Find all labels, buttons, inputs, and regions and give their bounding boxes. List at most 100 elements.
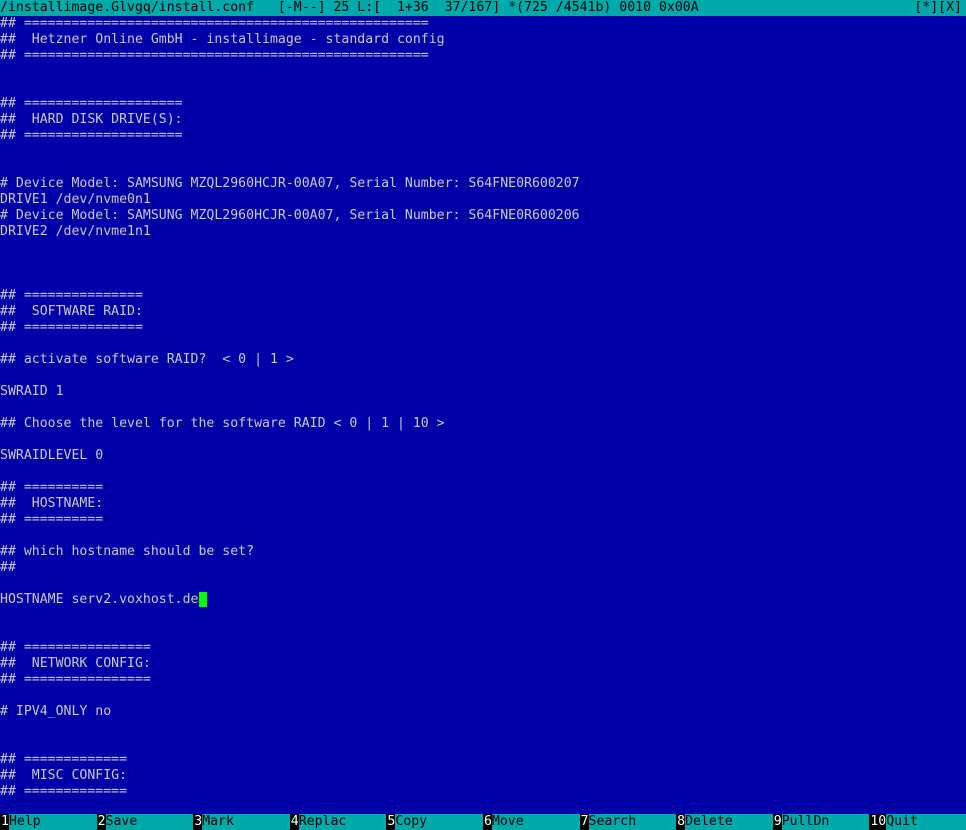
editor-line[interactable]: ## Choose the level for the software RAI… [0, 416, 966, 432]
editor-line[interactable]: ## SOFTWARE RAID: [0, 304, 966, 320]
editor-line[interactable] [0, 528, 966, 544]
editor-line[interactable]: ## ================ [0, 640, 966, 656]
fkey-number: 3 [193, 814, 203, 830]
editor-line[interactable] [0, 400, 966, 416]
editor-line[interactable]: ## =============== [0, 320, 966, 336]
editor-line[interactable]: ## [0, 560, 966, 576]
function-key-bar: 1 Help 2 Save 3 Mark 4 Replac 5 Copy 6 Move 7 Search 8… [0, 814, 966, 830]
fkey-label: Mark [202, 814, 290, 830]
fkey-replac-button[interactable]: 4 Replac [289, 814, 387, 830]
fkey-number: 1 [0, 814, 9, 830]
editor-line[interactable]: ## ================ [0, 672, 966, 688]
editor-line[interactable]: ## ========== [0, 480, 966, 496]
fkey-pulldn-button[interactable]: 9 PullDn [772, 814, 870, 830]
fkey-label: Quit [886, 814, 966, 830]
fkey-number: 7 [579, 814, 589, 830]
fkey-number: 5 [386, 814, 396, 830]
fkey-label: Move [491, 814, 580, 830]
fkey-move-button[interactable]: 6 Move [482, 814, 580, 830]
editor-line[interactable]: ## HARD DISK DRIVE(S): [0, 112, 966, 128]
editor-line-text: DRIVE1 /dev/nvme0n1 [0, 192, 151, 207]
text-cursor [198, 592, 207, 607]
editor-line[interactable]: ## ==================== [0, 96, 966, 112]
editor-line-text: ## ================ [0, 640, 151, 655]
editor-line-text: ## [0, 560, 16, 575]
editor-line-text: # Device Model: SAMSUNG MZQL2960HCJR-00A… [0, 208, 580, 223]
editor-line[interactable] [0, 160, 966, 176]
editor-line[interactable]: ## ==================== [0, 128, 966, 144]
editor-line-text: ## Choose the level for the software RAI… [0, 416, 445, 431]
editor-line[interactable]: ## ============= [0, 752, 966, 768]
editor-line[interactable] [0, 688, 966, 704]
fkey-save-button[interactable]: 2 Save [96, 814, 194, 830]
fkey-number: 2 [96, 814, 106, 830]
fkey-number: 9 [772, 814, 782, 830]
editor-line[interactable] [0, 64, 966, 80]
editor-line[interactable]: ## HOSTNAME: [0, 496, 966, 512]
fkey-number: 4 [289, 814, 299, 830]
editor-line[interactable]: ## NETWORK CONFIG: [0, 656, 966, 672]
editor-line[interactable] [0, 576, 966, 592]
editor-line-text: ## HARD DISK DRIVE(S): [0, 112, 183, 127]
fkey-delete-button[interactable]: 8 Delete [676, 814, 773, 830]
editor-line[interactable]: ## which hostname should be set? [0, 544, 966, 560]
editor-line[interactable]: ## =====================================… [0, 16, 966, 32]
editor-line[interactable]: # IPV4_ONLY no [0, 704, 966, 720]
editor-line-text: SWRAIDLEVEL 0 [0, 448, 104, 463]
fkey-quit-button[interactable]: 10 Quit [869, 814, 966, 830]
editor-line-text: ## =============== [0, 288, 143, 303]
editor-line[interactable]: SWRAID 1 [0, 384, 966, 400]
fkey-label: Help [8, 814, 97, 830]
editor-line[interactable]: ## =============== [0, 288, 966, 304]
editor-line[interactable] [0, 256, 966, 272]
fkey-label: Replac [298, 814, 387, 830]
editor-line[interactable]: SWRAIDLEVEL 0 [0, 448, 966, 464]
editor-line-text: ## ========== [0, 480, 104, 495]
editor-line[interactable]: # Device Model: SAMSUNG MZQL2960HCJR-00A… [0, 208, 966, 224]
editor-line-text: ## HOSTNAME: [0, 496, 104, 511]
editor-line-text: ## =============== [0, 320, 143, 335]
editor-line[interactable]: DRIVE2 /dev/nvme1n1 [0, 224, 966, 240]
editor-line[interactable] [0, 144, 966, 160]
editor-line[interactable] [0, 432, 966, 448]
editor-line[interactable]: # Device Model: SAMSUNG MZQL2960HCJR-00A… [0, 176, 966, 192]
file-status-text: /installimage.Glvgq/install.conf [-M--] … [0, 0, 699, 15]
editor-line[interactable] [0, 336, 966, 352]
editor-line[interactable] [0, 736, 966, 752]
editor-line-text: ## ==================== [0, 128, 183, 143]
editor-line[interactable] [0, 240, 966, 256]
editor-line-text: ## Hetzner Online GmbH - installimage - … [0, 32, 445, 47]
editor-line-text: HOSTNAME serv2.voxhost.de [0, 592, 199, 607]
fkey-help-button[interactable]: 1 Help [0, 814, 97, 830]
editor-line[interactable] [0, 80, 966, 96]
editor-line[interactable] [0, 624, 966, 640]
window-controls[interactable]: [*][X] [914, 0, 962, 16]
editor-line-text: ## which hostname should be set? [0, 544, 255, 559]
editor-line[interactable]: DRIVE1 /dev/nvme0n1 [0, 192, 966, 208]
editor-line[interactable]: ## MISC CONFIG: [0, 768, 966, 784]
editor-line[interactable]: ## ============= [0, 784, 966, 800]
fkey-number: 8 [676, 814, 686, 830]
editor-line[interactable]: ## activate software RAID? < 0 | 1 > [0, 352, 966, 368]
editor-line-text: ## ================ [0, 672, 151, 687]
editor-line-text: DRIVE2 /dev/nvme1n1 [0, 224, 151, 239]
text-editor-area[interactable]: ## =====================================… [0, 16, 966, 814]
editor-line[interactable] [0, 368, 966, 384]
editor-line-text: # Device Model: SAMSUNG MZQL2960HCJR-00A… [0, 176, 580, 191]
editor-line[interactable]: ## Hetzner Online GmbH - installimage - … [0, 32, 966, 48]
editor-line-text: ## =====================================… [0, 48, 429, 63]
editor-line[interactable]: ## ========== [0, 512, 966, 528]
fkey-label: Delete [685, 814, 773, 830]
editor-line-text: ## activate software RAID? < 0 | 1 > [0, 352, 294, 367]
editor-line-text: ## ============= [0, 752, 128, 767]
editor-line[interactable] [0, 272, 966, 288]
editor-line-text: ## ==================== [0, 96, 183, 111]
editor-line[interactable]: ## =====================================… [0, 48, 966, 64]
editor-line[interactable] [0, 608, 966, 624]
fkey-search-button[interactable]: 7 Search [579, 814, 677, 830]
fkey-mark-button[interactable]: 3 Mark [193, 814, 290, 830]
editor-line[interactable] [0, 720, 966, 736]
editor-line[interactable] [0, 464, 966, 480]
fkey-copy-button[interactable]: 5 Copy [386, 814, 483, 830]
editor-line-current[interactable]: HOSTNAME serv2.voxhost.de [0, 592, 966, 608]
